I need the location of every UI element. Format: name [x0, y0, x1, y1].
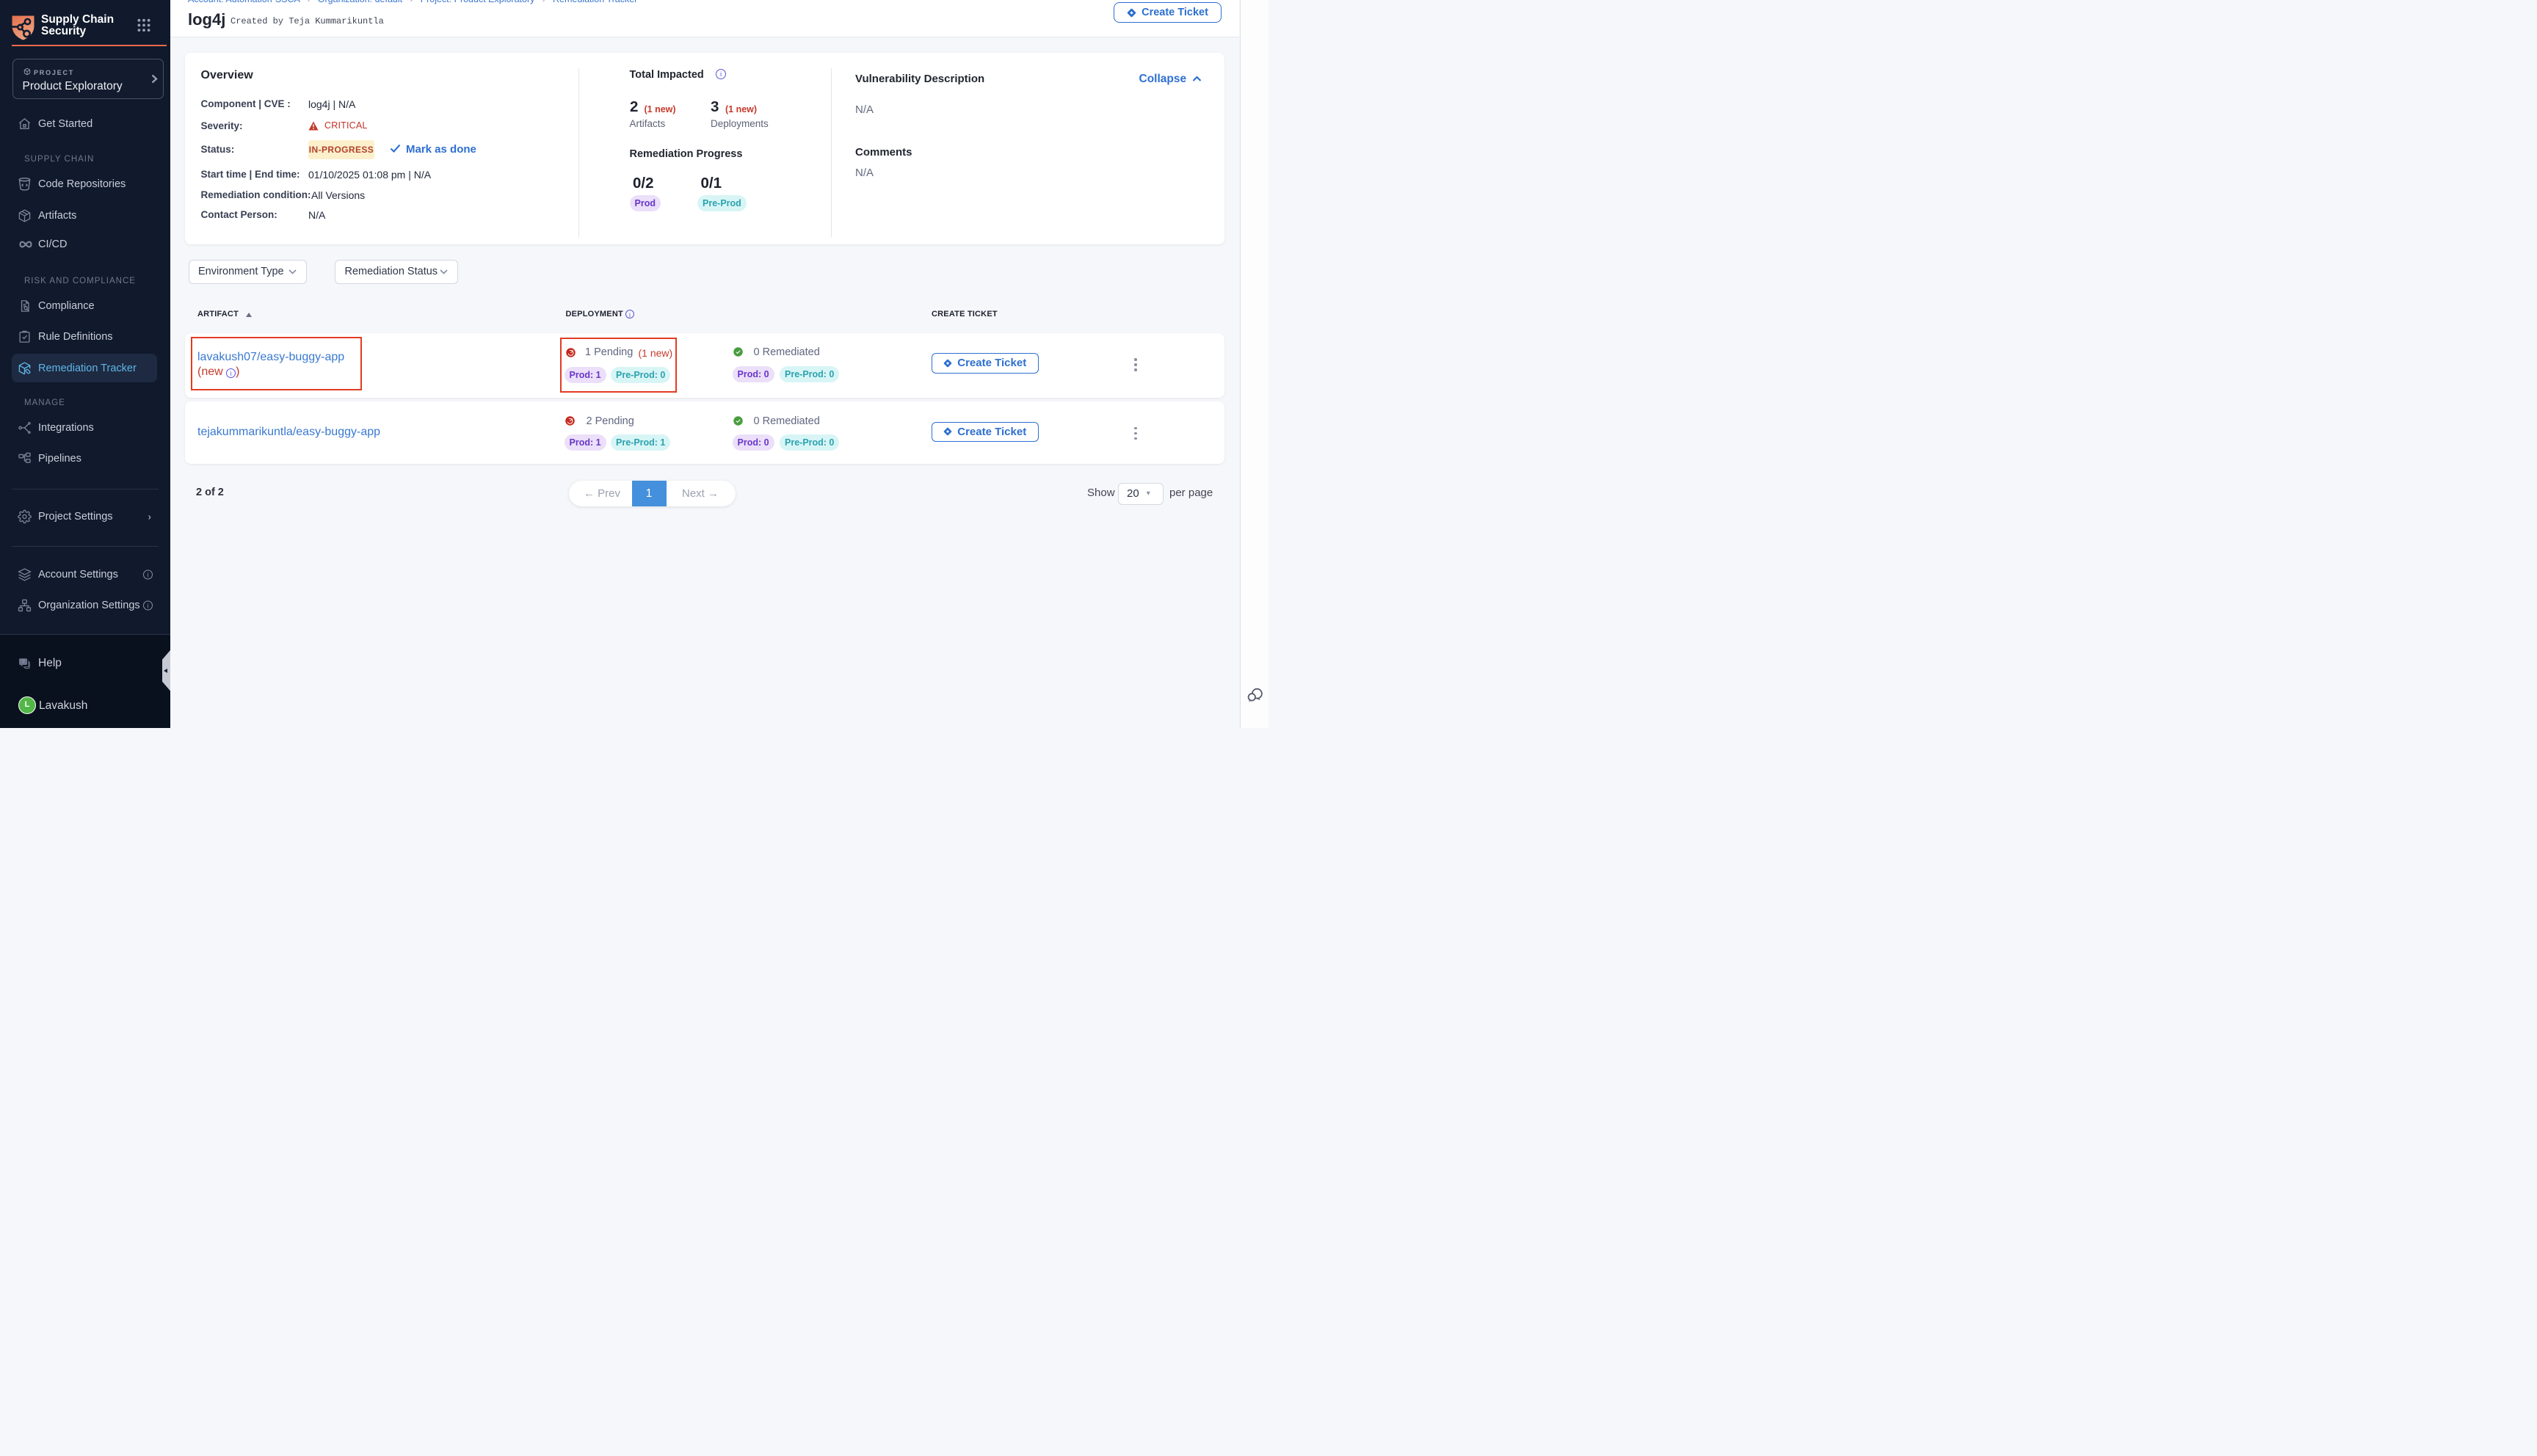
- svg-text:?: ?: [22, 659, 25, 665]
